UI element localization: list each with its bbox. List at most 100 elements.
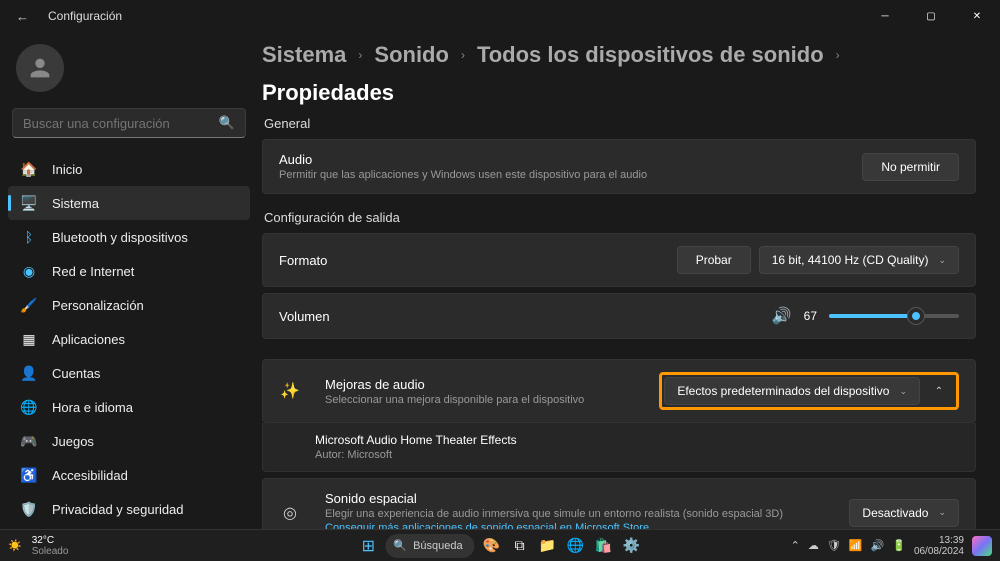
volumen-slider[interactable] [829,314,959,318]
mejoras-title: Mejoras de audio [325,377,651,392]
nav-sistema[interactable]: 🖥️Sistema [8,186,250,220]
section-general-title: General [264,116,976,131]
wifi-icon: ◉ [20,262,38,280]
close-button[interactable]: ✕ [954,0,1000,32]
crumb-dispositivos[interactable]: Todos los dispositivos de sonido [477,42,824,68]
accessibility-icon: ♿ [20,466,38,484]
slider-fill [829,314,916,318]
nav-privacidad[interactable]: 🛡️Privacidad y seguridad [8,492,250,526]
formato-label: Formato [279,253,669,268]
highlighted-control: Efectos predeterminados del dispositivo … [659,372,959,410]
user-profile[interactable] [8,40,250,100]
volumen-label: Volumen [279,309,760,324]
search-input-container[interactable]: 🔍 [12,108,246,138]
system-icon: 🖥️ [20,194,38,212]
audio-title: Audio [279,152,862,167]
volumen-value: 67 [804,309,817,323]
sparkle-icon: ✨ [279,381,301,401]
crumb-sonido[interactable]: Sonido [374,42,449,68]
explorer-icon[interactable]: 📁 [537,535,559,557]
search-icon: 🔍 [393,539,407,552]
nav-accesibilidad[interactable]: ♿Accesibilidad [8,458,250,492]
nav-juegos[interactable]: 🎮Juegos [8,424,250,458]
taskbar-weather[interactable]: ☀️ 32°C Soleado [8,535,68,557]
card-audio: Audio Permitir que las aplicaciones y Wi… [262,139,976,194]
maximize-button[interactable]: ▢ [908,0,954,32]
mejoras-detail: Microsoft Audio Home Theater Effects Aut… [262,423,976,472]
search-input[interactable] [23,116,219,131]
copilot-icon[interactable]: 🎨 [481,535,503,557]
card-mejoras: ✨ Mejoras de audio Seleccionar una mejor… [262,359,976,423]
collapse-button[interactable]: ⌃ [924,377,954,405]
avatar [16,44,64,92]
nav-red[interactable]: ◉Red e Internet [8,254,250,288]
tray-chevron-icon[interactable]: ⌃ [791,539,800,552]
speaker-icon[interactable]: 🔊 [772,306,792,326]
minimize-button[interactable]: ─ [862,0,908,32]
sidebar: 🔍 🏠Inicio 🖥️Sistema ᛒBluetooth y disposi… [0,32,258,529]
card-spatial: ◎ Sonido espacial Elegir una experiencia… [262,478,976,529]
shield-icon: 🛡️ [20,500,38,518]
nav-aplicaciones[interactable]: ▦Aplicaciones [8,322,250,356]
titlebar: ← Configuración ─ ▢ ✕ [0,0,1000,32]
crumb-sistema[interactable]: Sistema [262,42,346,68]
audio-sub: Permitir que las aplicaciones y Windows … [279,169,862,181]
temp: 32°C [32,535,69,546]
account-icon: 👤 [20,364,38,382]
sun-icon: ☀️ [8,539,22,552]
chevron-down-icon: ⌄ [938,507,946,518]
edge-icon[interactable]: 🌐 [565,535,587,557]
store-icon[interactable]: 🛍️ [593,535,615,557]
spatial-title: Sonido espacial [325,491,841,506]
chevron-down-icon: ⌄ [938,255,946,266]
card-formato: Formato Probar 16 bit, 44100 Hz (CD Qual… [262,233,976,287]
search-icon: 🔍 [219,115,235,131]
nav-hora[interactable]: 🌐Hora e idioma [8,390,250,424]
mejoras-select[interactable]: Efectos predeterminados del dispositivo … [664,377,920,405]
card-volumen: Volumen 🔊 67 [262,293,976,339]
chevron-right-icon: › [358,48,362,62]
home-icon: 🏠 [20,160,38,178]
slider-thumb[interactable] [908,308,924,324]
gamepad-icon: 🎮 [20,432,38,450]
back-button[interactable]: ← [16,9,36,24]
chevron-right-icon: › [461,48,465,62]
detail-sub: Autor: Microsoft [315,449,959,461]
task-view-icon[interactable]: ⧉ [509,535,531,557]
taskbar-center: ⊞ 🔍 Búsqueda 🎨 ⧉ 📁 🌐 🛍️ ⚙️ [357,534,642,558]
nav-list: 🏠Inicio 🖥️Sistema ᛒBluetooth y dispositi… [8,152,250,560]
taskbar-search[interactable]: 🔍 Búsqueda [385,534,474,558]
tray-volume-icon[interactable]: 🔊 [871,539,885,552]
tray-onedrive-icon[interactable]: ☁ [808,539,819,552]
copilot-button[interactable] [972,536,992,556]
spatial-select[interactable]: Desactivado ⌄ [849,499,959,527]
clock-icon: 🌐 [20,398,38,416]
tray-wifi-icon[interactable]: 📶 [849,539,863,552]
spatial-link[interactable]: Conseguir más aplicaciones de sonido esp… [325,522,841,529]
probar-button[interactable]: Probar [677,246,751,274]
taskbar: ☀️ 32°C Soleado ⊞ 🔍 Búsqueda 🎨 ⧉ 📁 🌐 🛍️ … [0,529,1000,561]
spatial-sub: Elegir una experiencia de audio inmersiv… [325,508,841,520]
tray-battery-icon[interactable]: 🔋 [892,539,906,552]
main-content: Sistema › Sonido › Todos los dispositivo… [258,32,1000,529]
start-button[interactable]: ⊞ [357,535,379,557]
no-permitir-button[interactable]: No permitir [862,153,959,181]
mejoras-sub: Seleccionar una mejora disponible para e… [325,394,651,406]
window-title: Configuración [48,9,122,23]
nav-bluetooth[interactable]: ᛒBluetooth y dispositivos [8,220,250,254]
window-controls: ─ ▢ ✕ [862,0,1000,32]
tray-security-icon[interactable]: 🛡 [827,539,841,552]
chevron-right-icon: › [836,48,840,62]
formato-select[interactable]: 16 bit, 44100 Hz (CD Quality) ⌄ [759,246,959,274]
weather-desc: Soleado [32,546,69,557]
nav-inicio[interactable]: 🏠Inicio [8,152,250,186]
chevron-down-icon: ⌄ [899,386,907,397]
bluetooth-icon: ᛒ [20,228,38,246]
brush-icon: 🖌️ [20,296,38,314]
taskbar-clock[interactable]: 13:39 06/08/2024 [914,535,964,557]
nav-cuentas[interactable]: 👤Cuentas [8,356,250,390]
spatial-icon: ◎ [279,503,301,523]
breadcrumb: Sistema › Sonido › Todos los dispositivo… [262,42,976,106]
settings-icon[interactable]: ⚙️ [621,535,643,557]
nav-personalizacion[interactable]: 🖌️Personalización [8,288,250,322]
